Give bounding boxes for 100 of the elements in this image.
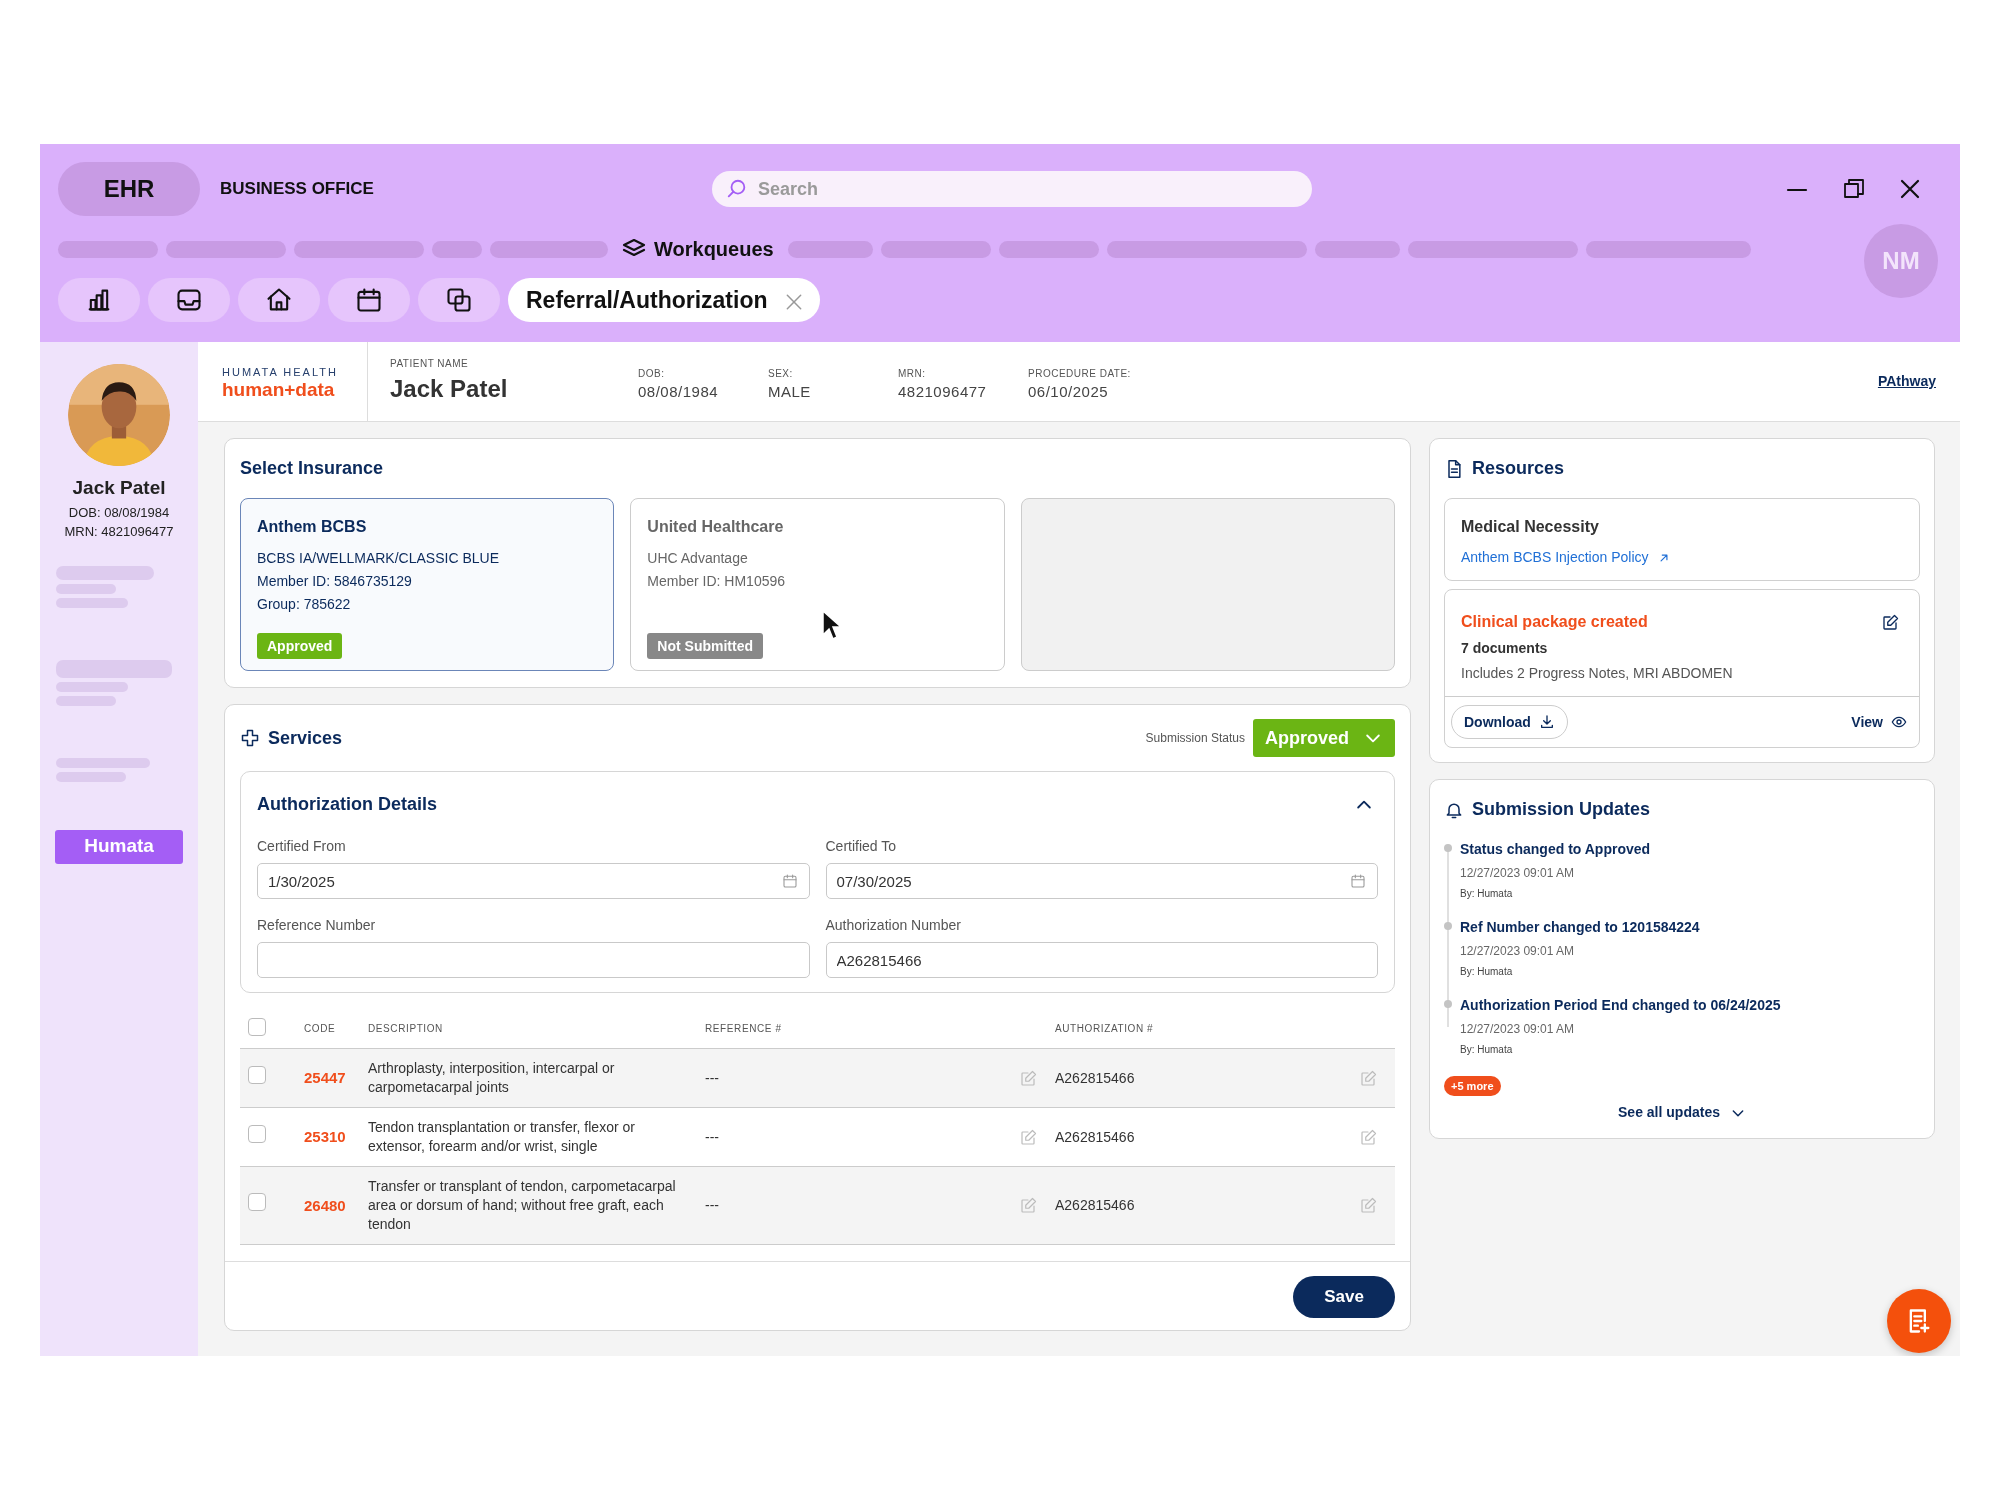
update-title: Ref Number changed to 1201584224 xyxy=(1460,918,1701,937)
field-label: DOB: xyxy=(638,366,666,381)
update-author: By: Humata xyxy=(1460,1043,1514,1057)
download-icon xyxy=(1538,714,1555,730)
input-field[interactable] xyxy=(257,942,810,978)
date-field[interactable]: 1/30/2025 xyxy=(257,863,810,899)
column-header: AUTHORIZATION # xyxy=(1055,1022,1155,1036)
calendar-icon xyxy=(1350,873,1366,889)
view-button[interactable]: View xyxy=(1845,710,1913,734)
field-value: 08/08/1984 xyxy=(638,381,720,402)
timeline-dot xyxy=(1444,922,1452,930)
table-cell: A262815466 xyxy=(1055,1128,1135,1145)
table-cell: --- xyxy=(705,1128,719,1145)
checkbox[interactable] xyxy=(248,1065,266,1084)
package-details: Includes 2 Progress Notes, MRI ABDOMEN xyxy=(1461,664,1734,683)
column-header: REFERENCE # xyxy=(705,1022,783,1036)
humata-button[interactable]: Humata xyxy=(55,829,183,864)
copy-icon xyxy=(445,286,473,314)
field-value: MALE xyxy=(768,381,812,402)
download-button[interactable]: Download xyxy=(1451,705,1568,739)
insurance-detail: Group: 785622 xyxy=(257,595,352,614)
edit-icon xyxy=(1359,1128,1377,1147)
edit-icon xyxy=(1019,1197,1037,1216)
update-time: 12/27/2023 09:01 AM xyxy=(1460,943,1576,960)
section-title: BUSINESS OFFICE xyxy=(220,178,374,201)
insurance-detail: BCBS IA/WELLMARK/CLASSIC BLUE xyxy=(257,549,500,568)
section-title: Resources xyxy=(1472,457,1565,480)
copy-button[interactable] xyxy=(418,278,500,322)
field-label: SEX: xyxy=(768,366,794,381)
calendar-icon xyxy=(781,873,798,889)
save-button[interactable]: Save xyxy=(1293,1276,1395,1318)
table-cell: --- xyxy=(705,1197,719,1213)
edit-icon xyxy=(1359,1197,1377,1216)
field-value: 4821096477 xyxy=(898,381,988,402)
update-time: 12/27/2023 09:01 AM xyxy=(1460,1021,1576,1038)
checkbox[interactable] xyxy=(248,1124,266,1143)
field-label: MRN: xyxy=(898,366,927,381)
update-author: By: Humata xyxy=(1460,965,1514,979)
tab[interactable]: Referral/Authorization xyxy=(508,278,820,322)
insurance-name: Anthem BCBS xyxy=(257,517,368,537)
pathway-link[interactable]: PAthway xyxy=(1877,371,1936,392)
add-note-button[interactable] xyxy=(1887,1289,1951,1353)
plus-icon xyxy=(240,728,260,748)
placeholder-bar xyxy=(56,583,116,594)
chart-button[interactable] xyxy=(58,278,140,322)
section-title: Authorization Details xyxy=(257,792,437,816)
status-badge: Not Submitted xyxy=(647,633,763,659)
field-value: 06/10/2025 xyxy=(1028,381,1110,402)
placeholder-bar xyxy=(56,695,116,706)
insurance-detail: Member ID: HM10596 xyxy=(647,572,787,591)
timeline-dot xyxy=(1444,844,1452,852)
description-cell-text: Arthroplasty, interposition, intercarpal or carpometacarpal joints xyxy=(368,1059,616,1097)
section-title: Services xyxy=(268,726,343,750)
field-label: Certified To xyxy=(825,837,898,856)
resource-title: Medical Necessity xyxy=(1461,517,1600,537)
status-badge: Approved xyxy=(257,633,343,659)
code-cell: 26480 xyxy=(304,1196,346,1214)
home-button[interactable] xyxy=(238,278,320,322)
search-field[interactable]: Search xyxy=(712,171,1312,207)
checkbox[interactable] xyxy=(248,1017,266,1036)
insurance-detail: UHC Advantage xyxy=(647,549,749,568)
calendar-icon xyxy=(355,286,383,314)
brand-logo: human+data xyxy=(222,380,336,400)
edit-icon xyxy=(1881,613,1899,632)
checkbox[interactable] xyxy=(248,1193,266,1211)
package-title: Clinical package created xyxy=(1461,612,1648,632)
table-cell: A262815466 xyxy=(1055,1197,1135,1213)
patient-dob: DOB: 08/08/1984 xyxy=(68,503,170,522)
eye-icon xyxy=(1891,714,1907,730)
patient-name: Jack Patel xyxy=(72,476,166,500)
patient-mrn: MRN: 4821096477 xyxy=(64,523,174,541)
code-cell: 25447 xyxy=(304,1069,346,1086)
insurance-card[interactable]: United Healthcare UHC Advantage Member ID: HM10596 Not Submitted xyxy=(630,498,1005,671)
insurance-detail: Member ID: 5846735129 xyxy=(257,572,413,591)
field-label: Certified From xyxy=(257,837,347,856)
policy-link[interactable]: Anthem BCBS Injection Policy xyxy=(1461,547,1649,568)
table-cell: --- xyxy=(705,1069,719,1086)
field-label: Reference Number xyxy=(257,916,377,935)
column-header: CODE xyxy=(304,1022,337,1036)
input-field[interactable]: A262815466 xyxy=(825,942,1378,978)
inbox-button[interactable] xyxy=(148,278,230,322)
update-author: By: Humata xyxy=(1460,887,1514,901)
see-all-button[interactable]: See all updates xyxy=(1612,1101,1752,1124)
minimize-icon xyxy=(1784,187,1810,192)
edit-icon xyxy=(1019,1128,1037,1147)
placeholder-bar xyxy=(56,597,128,608)
description-cell-text: Transfer or transplant of tendon, carpometacarpal area or dorsum of hand; without free graft, each tendon xyxy=(368,1177,677,1234)
calendar-button[interactable] xyxy=(328,278,410,322)
section-title: Submission Updates xyxy=(1472,798,1651,821)
field-label: PROCEDURE DATE: xyxy=(1028,366,1132,381)
timeline-dot xyxy=(1444,1000,1452,1008)
edit-icon xyxy=(1019,1069,1037,1088)
update-time: 12/27/2023 09:01 AM xyxy=(1460,865,1576,882)
field-label: Submission Status xyxy=(1145,730,1245,747)
insurance-card[interactable]: Anthem BCBS BCBS IA/WELLMARK/CLASSIC BLUE Member ID: 5846735129 Group: 785622 Approved xyxy=(240,498,615,671)
update-title: Authorization Period End changed to 06/24/2025 xyxy=(1460,996,1782,1015)
nav-item[interactable]: Workqueues xyxy=(616,234,780,264)
date-field[interactable]: 07/30/2025 xyxy=(825,863,1378,899)
edit-icon xyxy=(1359,1069,1377,1088)
app-name-button[interactable]: EHR xyxy=(58,162,200,216)
